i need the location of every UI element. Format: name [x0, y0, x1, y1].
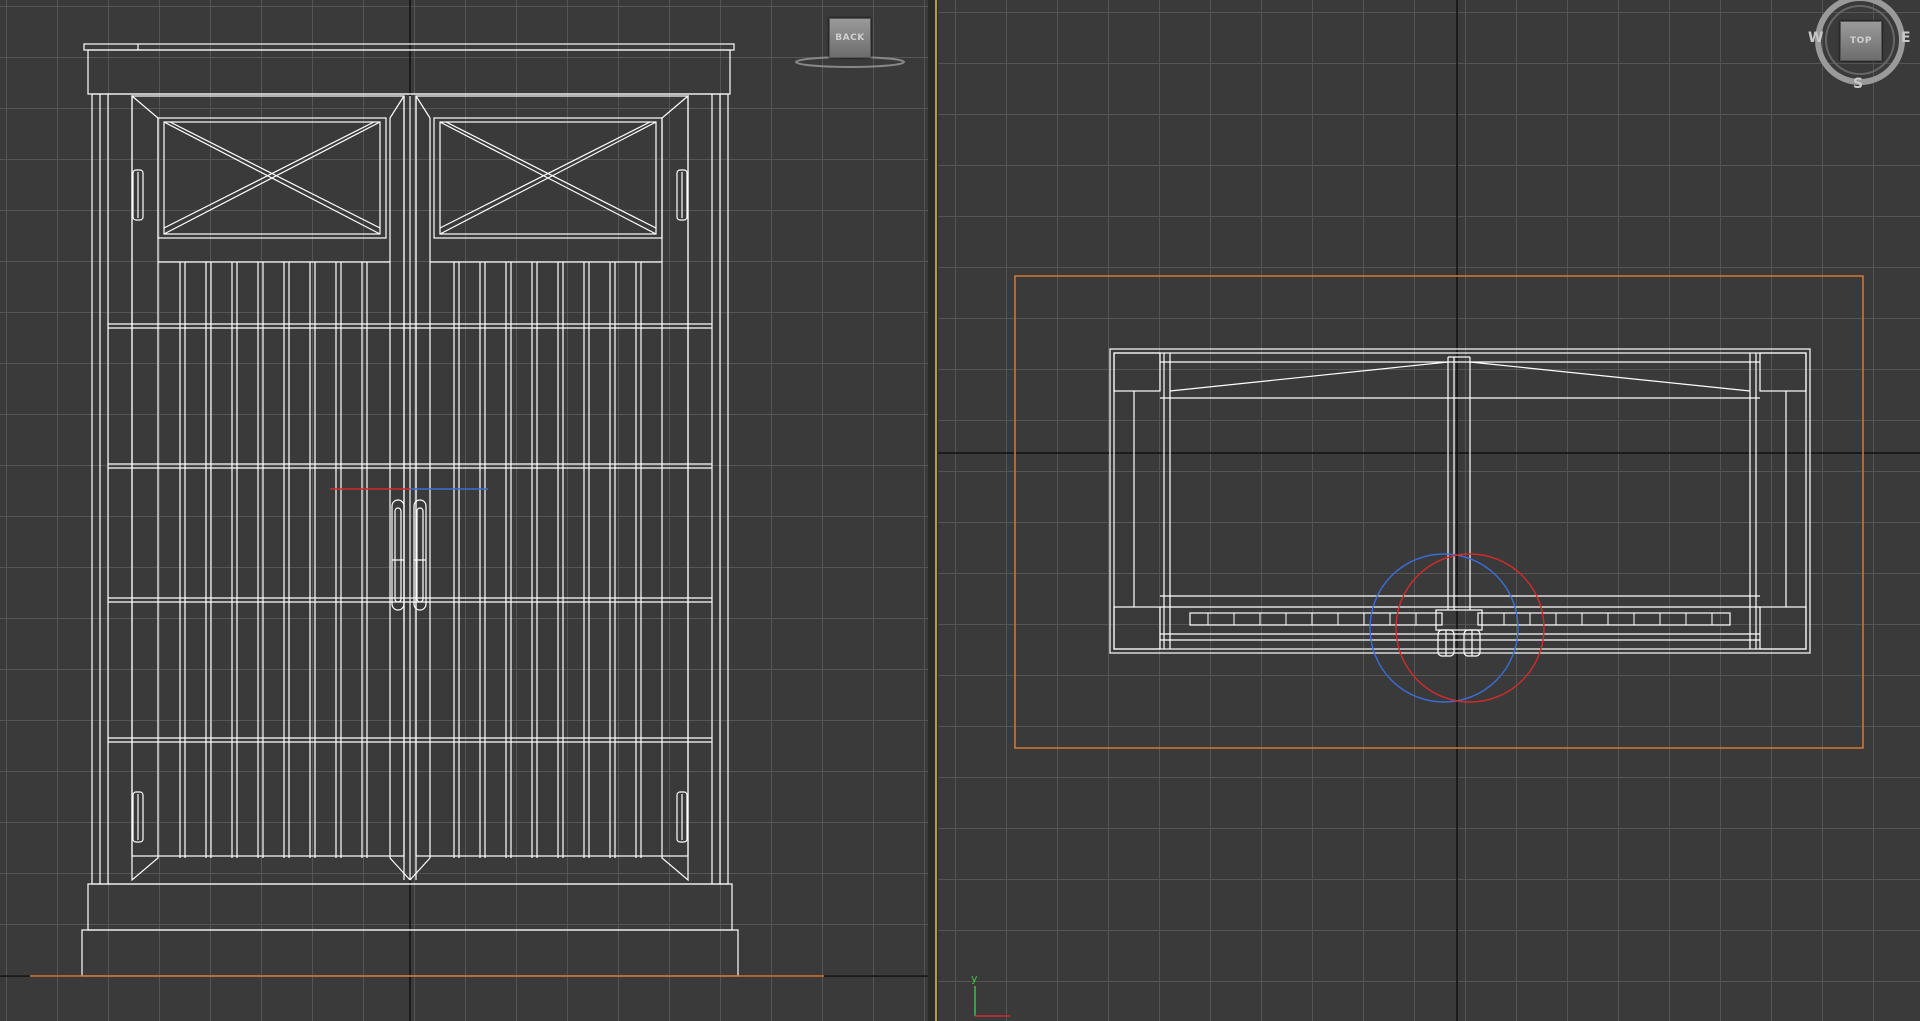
compass-east[interactable]: E [1901, 30, 1911, 46]
compass-south[interactable]: S [1853, 76, 1863, 92]
viewcube-back[interactable]: BACK [829, 18, 871, 58]
compass-west[interactable]: W [1808, 30, 1823, 46]
viewcube-top-label: TOP [1850, 36, 1872, 46]
viewcube-top[interactable]: TOP [1840, 21, 1882, 61]
viewcube-ring [795, 56, 905, 68]
top-viewport[interactable]: TOP W E S y [938, 0, 1920, 1021]
viewport-divider[interactable] [928, 0, 938, 1021]
top-view-cabinet-wireframe [938, 0, 1920, 1021]
selection-bounding-box [1014, 275, 1864, 749]
back-view-cabinet-wireframe [0, 0, 928, 1021]
viewcube-back-label: BACK [835, 33, 865, 43]
3d-editor-window: BACK TOP W E S y [0, 0, 1920, 1021]
door-handles [391, 499, 427, 611]
axis-y-label: y [971, 972, 978, 985]
gizmo-circle-z [1369, 553, 1519, 703]
back-viewport[interactable]: BACK [0, 0, 928, 1021]
